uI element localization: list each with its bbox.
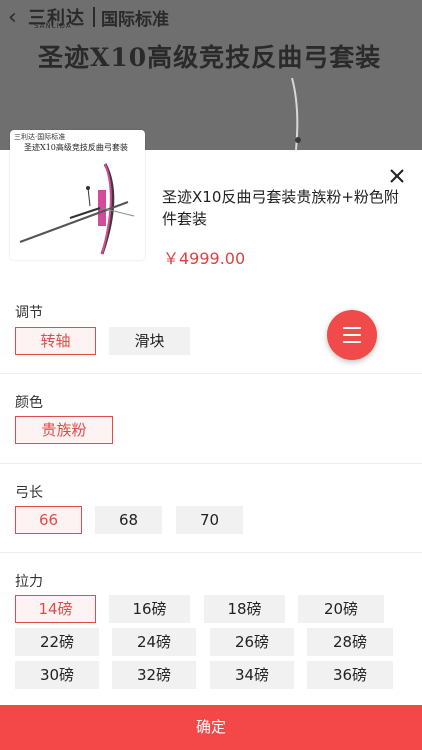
banner-headline: 圣迹X10高级竞技反曲弓套装 xyxy=(38,43,382,72)
draw-weight-title: 拉力 xyxy=(15,574,43,590)
option-draw-0[interactable]: 14磅 xyxy=(15,595,96,623)
back-arrow-icon[interactable]: ‹ xyxy=(8,6,28,30)
option-draw-7[interactable]: 28磅 xyxy=(307,628,393,656)
product-price: ￥4999.00 xyxy=(163,249,246,268)
brand-standard: 国际标准 xyxy=(101,9,169,30)
adjust-title: 调节 xyxy=(15,305,43,321)
option-adjust-0[interactable]: 转轴 xyxy=(15,327,96,355)
option-adjust-1[interactable]: 滑块 xyxy=(109,327,190,355)
background-page: ‹ 三利达 SANLIDA 国际标准 圣迹X10高级竞技反曲弓套装 xyxy=(0,0,422,150)
divider xyxy=(0,463,422,464)
bow-image xyxy=(19,163,135,255)
menu-button[interactable] xyxy=(327,310,377,360)
option-draw-1[interactable]: 16磅 xyxy=(109,595,190,623)
brand-separator xyxy=(93,7,95,27)
brand-header: 三利达 SANLIDA 国际标准 xyxy=(28,4,169,30)
option-draw-9[interactable]: 32磅 xyxy=(112,661,196,689)
divider xyxy=(0,373,422,374)
product-name: 圣迹X10反曲弓套装贵族粉+粉色附件套装 xyxy=(162,188,399,228)
option-draw-2[interactable]: 18磅 xyxy=(204,595,285,623)
option-length-2[interactable]: 70 xyxy=(176,506,243,534)
option-draw-10[interactable]: 34磅 xyxy=(210,661,294,689)
option-draw-8[interactable]: 30磅 xyxy=(15,661,99,689)
thumbnail-brand: 三利达·国际标准 xyxy=(14,133,66,141)
option-draw-6[interactable]: 26磅 xyxy=(210,628,294,656)
close-icon[interactable] xyxy=(386,165,408,187)
thumbnail-title: 圣迹X10高级竞技反曲弓套装 xyxy=(24,143,128,152)
option-draw-11[interactable]: 36磅 xyxy=(307,661,393,689)
option-draw-3[interactable]: 20磅 xyxy=(298,595,384,623)
option-draw-5[interactable]: 24磅 xyxy=(112,628,196,656)
option-length-1[interactable]: 68 xyxy=(95,506,162,534)
product-thumbnail: 三利达·国际标准 圣迹X10高级竞技反曲弓套装 xyxy=(10,130,145,260)
option-draw-4[interactable]: 22磅 xyxy=(15,628,99,656)
option-color-0[interactable]: 贵族粉 xyxy=(15,416,113,444)
bow-string-graphic xyxy=(291,78,301,150)
confirm-button[interactable]: 确定 xyxy=(0,705,422,750)
divider xyxy=(0,552,422,553)
length-title: 弓长 xyxy=(15,485,43,501)
option-length-0[interactable]: 66 xyxy=(15,506,82,534)
brand-logo-sub: SANLIDA xyxy=(34,22,72,30)
color-title: 颜色 xyxy=(15,395,43,411)
